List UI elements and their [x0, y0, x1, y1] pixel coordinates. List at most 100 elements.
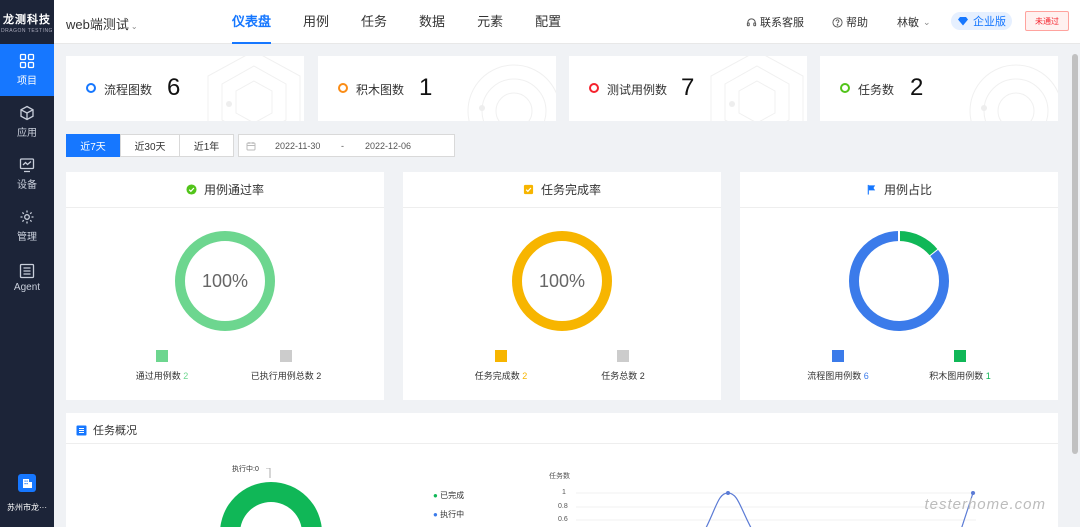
sidebar-item-label: 项目 [17, 76, 37, 87]
scrollbar[interactable] [1072, 54, 1078, 454]
user-menu[interactable]: 林敏 ⌄ [897, 0, 931, 44]
flag-icon [867, 184, 876, 195]
end-date: 2022-12-06 [365, 141, 412, 151]
chevron-down-icon: ⌄ [130, 22, 138, 31]
sidebar-item-project[interactable]: 项目 [0, 44, 54, 96]
legend-label: 通过用例数 [135, 371, 181, 381]
legend-passed: 通过用例数 2 [102, 350, 222, 382]
sidebar-item-label: Agent [13, 282, 41, 293]
date-range-picker[interactable]: 2022-11-30 - 2022-12-06 [238, 134, 455, 157]
legend-value: 6 [863, 371, 869, 381]
diamond-icon [958, 17, 968, 26]
stat-value: 7 [681, 74, 695, 101]
target-decoration-icon [467, 64, 556, 121]
card-case-pass-rate: 用例通过率 100% 通过用例数 2 已执行用例总数 2 [66, 172, 384, 400]
tab-elements[interactable]: 元素 [477, 0, 503, 44]
org-label: 苏州市龙··· [7, 503, 47, 512]
status-dot-icon [840, 83, 850, 93]
legend-executed-total: 已执行用例总数 2 [226, 350, 346, 382]
range-1-year-button[interactable]: 近1年 [179, 134, 234, 157]
donut-slice-block-cases [898, 231, 939, 257]
legend-tasks-total: 任务总数 2 [563, 350, 683, 382]
status-dot-icon [589, 83, 599, 93]
monitor-icon [19, 158, 35, 173]
legend-label: 积木图用例数 [929, 371, 984, 381]
top-header: web端测试 ⌄ 仪表盘 用例 任务 数据 元素 配置 联系客服 帮助 林敏 ⌄ 企… [54, 0, 1080, 44]
task-status-donut [220, 468, 322, 527]
panel-title-text: 任务概况 [93, 425, 137, 437]
sidebar-item-label: 应用 [17, 128, 37, 139]
status-badge: 未通过 [1025, 11, 1069, 31]
legend-running: ● 执行中 [433, 509, 464, 520]
legend-done: ● 已完成 [433, 490, 464, 501]
legend-swatch [156, 350, 168, 362]
project-selector[interactable]: web端测试 ⌄ [66, 14, 138, 33]
help-link[interactable]: 帮助 [832, 0, 868, 44]
support-label: 联系客服 [760, 17, 804, 29]
stat-card-testcases: 测试用例数 7 [569, 56, 807, 121]
list-icon [19, 263, 35, 279]
hexagon-decoration-icon [710, 56, 804, 121]
logo-title: 龙测科技 [3, 13, 51, 26]
legend-done-label: 已完成 [440, 491, 465, 500]
status-dot-icon [338, 83, 348, 93]
document-icon [76, 425, 87, 435]
legend-label: 流程图用例数 [807, 371, 862, 381]
stat-label: 测试用例数 [607, 83, 668, 97]
panel-title: 任务概况 [76, 422, 137, 438]
legend-flow-cases: 流程图用例数 6 [778, 350, 898, 382]
legend-value: 2 [639, 371, 645, 381]
edition-label: 企业版 [973, 16, 1006, 28]
pass-rate-value: 100% [201, 271, 249, 291]
y-tick: 0.6 [558, 516, 568, 523]
stat-value: 2 [910, 74, 924, 101]
sidebar-item-app[interactable]: 应用 [0, 96, 54, 148]
sidebar-item-device[interactable]: 设备 [0, 148, 54, 200]
legend-swatch [495, 350, 507, 362]
legend-swatch [617, 350, 629, 362]
grid-icon [19, 53, 35, 69]
legend-running-label: 执行中 [440, 510, 465, 519]
tab-cases[interactable]: 用例 [303, 0, 329, 44]
calendar-icon [246, 142, 256, 151]
case-ratio-donut [849, 230, 949, 331]
target-decoration-icon [969, 64, 1058, 121]
date-separator: - [341, 141, 344, 151]
user-name: 林敏 [897, 17, 919, 29]
sidebar-item-agent[interactable]: Agent [0, 252, 54, 304]
building-icon [18, 474, 36, 492]
card-title: 任务完成率 [403, 172, 721, 208]
stat-card-flowcharts: 流程图数 6 [66, 56, 304, 121]
legend-label: 已执行用例总数 [250, 371, 314, 381]
dot-icon: ● [433, 491, 438, 500]
edition-badge[interactable]: 企业版 [951, 12, 1012, 30]
tab-dashboard[interactable]: 仪表盘 [232, 0, 272, 44]
org-switcher[interactable]: 苏州市龙··· [0, 474, 54, 513]
line-chart-ylabel: 任务数 [549, 473, 570, 480]
support-link[interactable]: 联系客服 [746, 0, 804, 44]
sidebar-item-manage[interactable]: 管理 [0, 200, 54, 252]
range-7-days-button[interactable]: 近7天 [66, 134, 120, 157]
card-title-text: 用例通过率 [203, 183, 264, 197]
start-date: 2022-11-30 [275, 141, 321, 151]
dot-icon: ● [433, 510, 438, 519]
card-title: 用例占比 [740, 172, 1058, 208]
tab-tasks[interactable]: 任务 [361, 0, 387, 44]
sidebar-item-label: 管理 [17, 232, 37, 243]
hexagon-decoration-icon [207, 56, 301, 121]
sidebar: 龙测科技 DRAGON TESTING 项目 应用 设备 管理 Agent 苏州… [0, 0, 54, 527]
stat-label: 任务数 [858, 83, 895, 97]
tab-data[interactable]: 数据 [419, 0, 445, 44]
card-title-text: 任务完成率 [540, 183, 601, 197]
sidebar-item-label: 设备 [17, 180, 37, 191]
status-dot-icon [86, 83, 96, 93]
divider [66, 443, 1058, 444]
card-title-text: 用例占比 [883, 183, 932, 197]
help-label: 帮助 [846, 17, 868, 29]
range-30-days-button[interactable]: 近30天 [120, 134, 180, 157]
legend-label: 任务完成数 [474, 371, 520, 381]
cube-icon [20, 105, 34, 121]
tab-config[interactable]: 配置 [535, 0, 561, 44]
gear-icon [20, 210, 34, 224]
task-trend-line [576, 491, 976, 527]
